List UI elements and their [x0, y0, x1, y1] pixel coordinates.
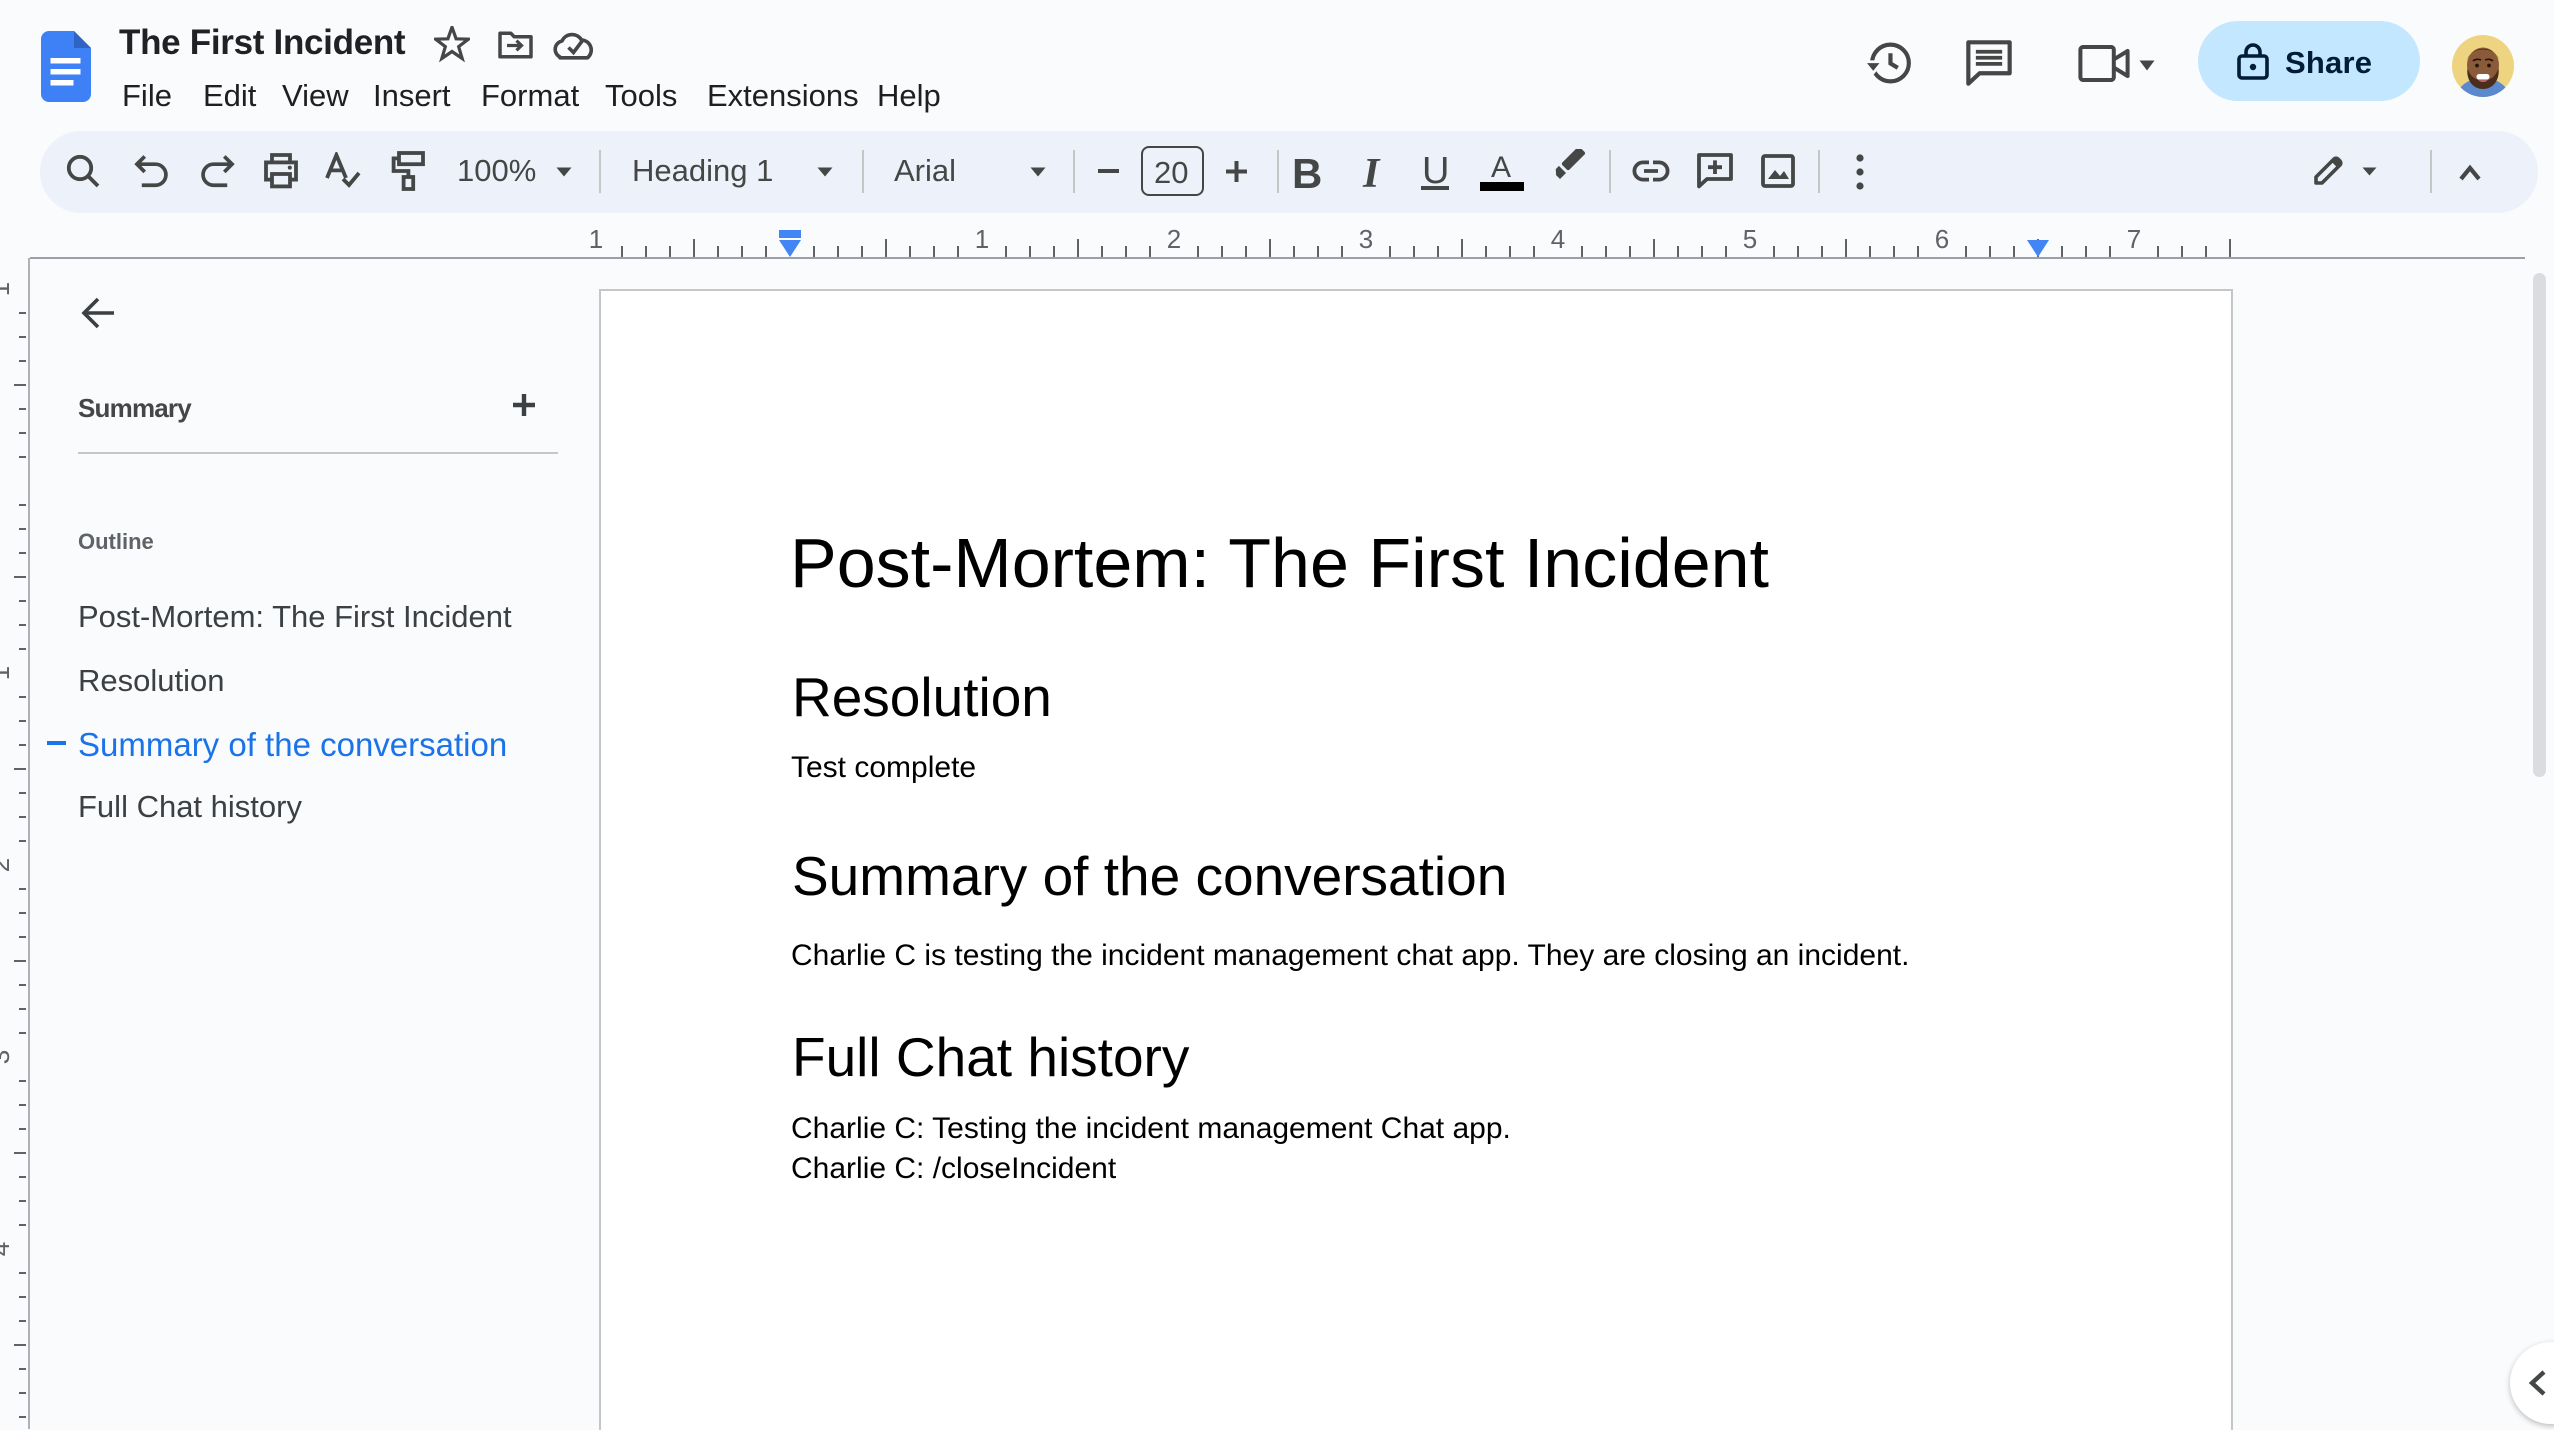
svg-text:6: 6: [1935, 224, 1949, 254]
svg-text:3: 3: [1359, 224, 1373, 254]
svg-text:2: 2: [0, 858, 15, 872]
svg-text:1: 1: [0, 282, 15, 296]
svg-text:4: 4: [1551, 224, 1565, 254]
svg-text:1: 1: [975, 224, 989, 254]
svg-text:1: 1: [0, 666, 15, 680]
svg-text:2: 2: [1167, 224, 1181, 254]
svg-text:7: 7: [2127, 224, 2141, 254]
svg-text:5: 5: [1743, 224, 1757, 254]
svg-text:3: 3: [0, 1050, 15, 1064]
svg-text:4: 4: [0, 1242, 15, 1256]
svg-text:1: 1: [589, 224, 603, 254]
